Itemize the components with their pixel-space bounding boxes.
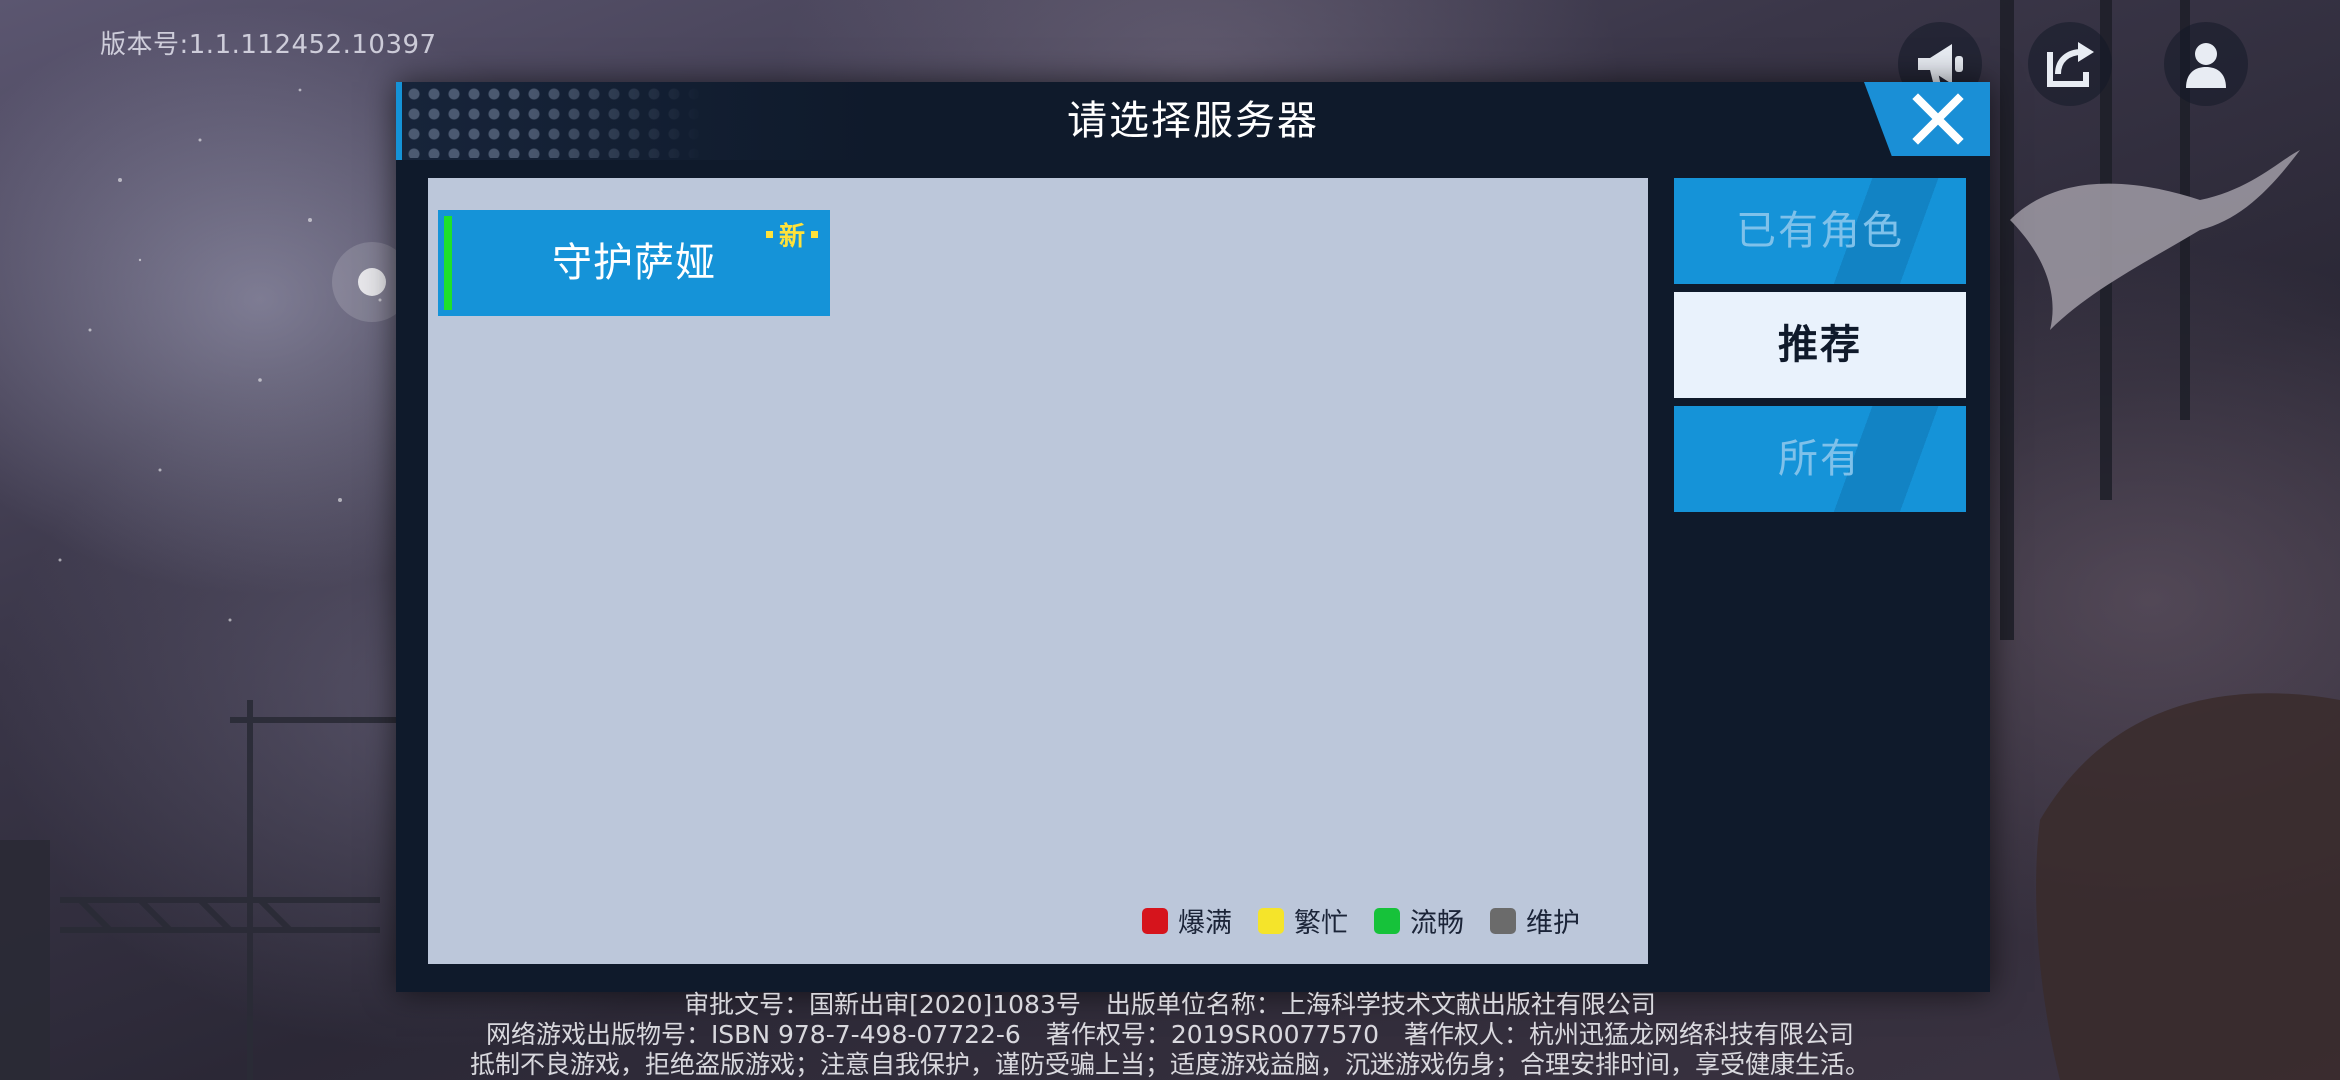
server-list-panel: 守护萨娅 新 爆满 繁忙 流畅 维护 xyxy=(428,178,1648,964)
legend-label: 爆满 xyxy=(1178,908,1232,939)
legend-swatch-green xyxy=(1374,907,1400,934)
legend-swatch-red xyxy=(1142,907,1168,934)
badge-dot-right xyxy=(811,231,818,238)
logout-icon xyxy=(2047,42,2094,87)
footer-legal-text: 审批文号：国新出审[2020]1083号 出版单位名称：上海科学技术文献出版社有… xyxy=(0,990,2340,1080)
server-item[interactable]: 守护萨娅 新 xyxy=(438,210,830,316)
new-badge-label: 新 xyxy=(778,222,805,252)
legend-item-busy: 繁忙 xyxy=(1258,901,1348,940)
legend-label: 繁忙 xyxy=(1294,908,1348,939)
footer-line-health-notice: 抵制不良游戏，拒绝盗版游戏；注意自我保护，谨防受骗上当；适度游戏益脑，沉迷游戏伤… xyxy=(469,1050,1870,1079)
version-label: 版本号:1.1.112452.10397 xyxy=(100,30,437,60)
footer-line-publication: 网络游戏出版物号：ISBN 978-7-498-07722-6 著作权号：201… xyxy=(485,1020,1855,1049)
footer-line-approval: 审批文号：国新出审[2020]1083号 出版单位名称：上海科学技术文献出版社有… xyxy=(684,990,1656,1019)
legend-label: 流畅 xyxy=(1410,908,1464,939)
dialog-title: 请选择服务器 xyxy=(1067,98,1319,144)
legend-item-maintenance: 维护 xyxy=(1490,901,1580,940)
status-legend: 爆满 繁忙 流畅 维护 xyxy=(1142,901,1580,940)
logout-button[interactable] xyxy=(2028,22,2112,106)
legend-item-full: 爆满 xyxy=(1142,901,1232,940)
game-scene: 版本号:1.1.112452.10397 请选择服务器 守护萨娅 新 爆满 繁忙… xyxy=(0,0,2340,1080)
badge-dot-left xyxy=(765,231,773,238)
account-icon xyxy=(2186,43,2226,88)
tab-all[interactable]: 所有 xyxy=(1674,406,1966,512)
server-select-dialog: 请选择服务器 守护萨娅 新 爆满 繁忙 流畅 维护 已有角色 推荐 所有 xyxy=(396,82,1990,992)
new-badge: 新 xyxy=(765,216,818,253)
close-icon xyxy=(1912,93,1964,145)
legend-swatch-yellow xyxy=(1258,907,1284,934)
account-button[interactable] xyxy=(2164,22,2248,106)
legend-swatch-gray xyxy=(1490,907,1516,934)
legend-label: 维护 xyxy=(1526,908,1580,939)
dialog-header: 请选择服务器 xyxy=(396,82,1990,160)
tab-existing-characters[interactable]: 已有角色 xyxy=(1674,178,1966,284)
legend-item-smooth: 流畅 xyxy=(1374,901,1464,940)
tab-recommended[interactable]: 推荐 xyxy=(1674,292,1966,398)
